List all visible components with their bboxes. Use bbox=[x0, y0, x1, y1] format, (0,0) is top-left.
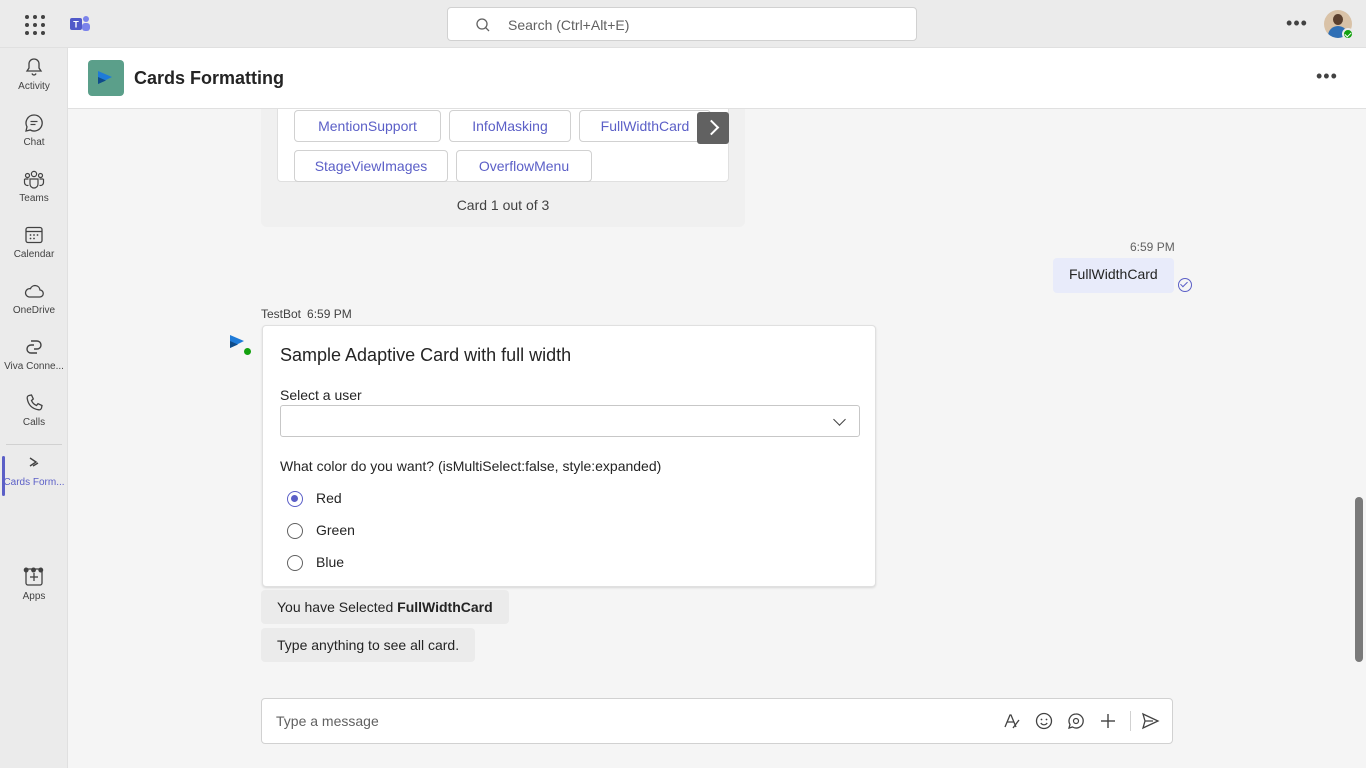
chat-scrollbar[interactable] bbox=[1355, 497, 1363, 662]
radio-label: Green bbox=[316, 522, 355, 538]
search-box[interactable]: Search (Ctrl+Alt+E) bbox=[447, 7, 917, 41]
rail-item-label: Activity bbox=[18, 81, 50, 92]
bot-name: TestBot bbox=[261, 307, 302, 321]
loop-components-icon[interactable] bbox=[1066, 711, 1086, 731]
bot-hint-message[interactable]: Type anything to see all card. bbox=[261, 628, 476, 662]
message-composer[interactable]: Type a message bbox=[261, 698, 1173, 744]
emoji-icon[interactable] bbox=[1034, 711, 1054, 731]
radio-label: Red bbox=[316, 490, 342, 506]
rail-item-calls[interactable]: Calls bbox=[0, 392, 68, 444]
rail-item-label: Calls bbox=[22, 417, 46, 428]
rail-item-onedrive[interactable]: OneDrive bbox=[0, 280, 68, 332]
format-icon[interactable] bbox=[1002, 711, 1022, 731]
search-placeholder: Search (Ctrl+Alt+E) bbox=[508, 17, 630, 33]
cloud-icon bbox=[24, 284, 44, 298]
my-message-time: 6:59 PM bbox=[1130, 240, 1175, 254]
rail-item-label: Calendar bbox=[13, 249, 55, 260]
carousel-next-button[interactable] bbox=[697, 112, 729, 144]
card-title: Sample Adaptive Card with full width bbox=[280, 345, 572, 365]
select-user-label: Select a user bbox=[280, 387, 362, 403]
settings-more-icon[interactable]: ••• bbox=[1284, 12, 1310, 36]
app-launcher-icon[interactable] bbox=[22, 12, 46, 36]
carousel-page-indicator: Card 1 out of 3 bbox=[456, 197, 550, 213]
selected-prefix: You have Selected bbox=[277, 599, 398, 615]
rail-item-label: OneDrive bbox=[12, 305, 56, 316]
chip-full-width-card[interactable]: FullWidthCard bbox=[579, 110, 711, 142]
teams-logo-icon: T bbox=[70, 16, 90, 31]
chevron-down-icon bbox=[833, 413, 846, 426]
composer-divider bbox=[1130, 711, 1131, 731]
chip-mention-support[interactable]: MentionSupport bbox=[294, 110, 441, 142]
color-question-label: What color do you want? (isMultiSelect:f… bbox=[280, 458, 662, 474]
rail-item-label: Cards Form... bbox=[3, 477, 65, 488]
radio-label: Blue bbox=[316, 554, 345, 570]
top-bar: T Search (Ctrl+Alt+E) ••• bbox=[0, 0, 1366, 48]
rail-item-activity[interactable]: Activity bbox=[0, 56, 68, 108]
rail-item-label: Viva Conne... bbox=[4, 361, 64, 372]
chat-area: MentionSupport InfoMasking FullWidthCard… bbox=[68, 109, 1366, 768]
rail-item-apps[interactable]: Apps bbox=[0, 566, 68, 618]
chip-overflow-menu[interactable]: OverflowMenu bbox=[456, 150, 592, 182]
app-rail: Activity Chat Teams Calendar OneDrive Vi… bbox=[0, 48, 68, 768]
cards-app-icon bbox=[29, 457, 39, 467]
composer-placeholder: Type a message bbox=[276, 713, 379, 729]
attach-plus-icon[interactable] bbox=[1098, 711, 1118, 731]
rail-item-cards-formatting[interactable]: Cards Form... bbox=[0, 452, 68, 504]
my-message-bubble[interactable]: FullWidthCard bbox=[1053, 258, 1174, 293]
chip-stage-view-images[interactable]: StageViewImages bbox=[294, 150, 448, 182]
bot-message-meta: TestBot 6:59 PM bbox=[261, 307, 358, 321]
page-title: Cards Formatting bbox=[134, 68, 285, 88]
rail-item-chat[interactable]: Chat bbox=[0, 112, 68, 164]
add-apps-icon bbox=[25, 568, 43, 586]
app-logo-icon bbox=[88, 60, 124, 96]
bot-selected-message[interactable]: You have Selected FullWidthCard bbox=[261, 590, 509, 624]
selected-value: FullWidthCard bbox=[397, 599, 493, 615]
rail-item-label: Teams bbox=[19, 193, 49, 204]
bot-presence-icon bbox=[242, 346, 253, 357]
user-select-dropdown[interactable] bbox=[280, 405, 860, 437]
rail-item-label: Chat bbox=[23, 137, 45, 148]
rail-item-calendar[interactable]: Calendar bbox=[0, 224, 68, 276]
send-icon[interactable] bbox=[1140, 711, 1160, 731]
chip-info-masking[interactable]: InfoMasking bbox=[449, 110, 571, 142]
rail-item-label: Apps bbox=[22, 591, 46, 602]
search-icon bbox=[476, 18, 490, 32]
card-carousel: MentionSupport InfoMasking FullWidthCard… bbox=[261, 109, 745, 227]
read-receipt-icon bbox=[1178, 278, 1192, 292]
chat-header: Cards Formatting ••• bbox=[68, 48, 1366, 109]
teams-icon bbox=[23, 170, 45, 189]
rail-item-viva-connections[interactable]: Viva Conne... bbox=[0, 336, 68, 388]
carousel-card: MentionSupport InfoMasking FullWidthCard… bbox=[277, 109, 729, 182]
chat-icon bbox=[25, 114, 43, 132]
header-more-icon[interactable]: ••• bbox=[1316, 66, 1338, 87]
radio-button[interactable] bbox=[287, 523, 303, 539]
bell-icon bbox=[25, 58, 43, 76]
calendar-icon bbox=[25, 226, 43, 244]
viva-icon bbox=[26, 340, 42, 354]
radio-button-checked[interactable] bbox=[287, 491, 303, 507]
rail-divider bbox=[6, 444, 62, 445]
rail-item-teams[interactable]: Teams bbox=[0, 168, 68, 220]
bot-message-time: 6:59 PM bbox=[307, 307, 352, 321]
svg-text:T: T bbox=[73, 20, 79, 30]
adaptive-card: Sample Adaptive Card with full width Sel… bbox=[262, 325, 876, 587]
radio-button[interactable] bbox=[287, 555, 303, 571]
presence-available-icon bbox=[1342, 28, 1354, 40]
phone-icon bbox=[26, 394, 43, 411]
